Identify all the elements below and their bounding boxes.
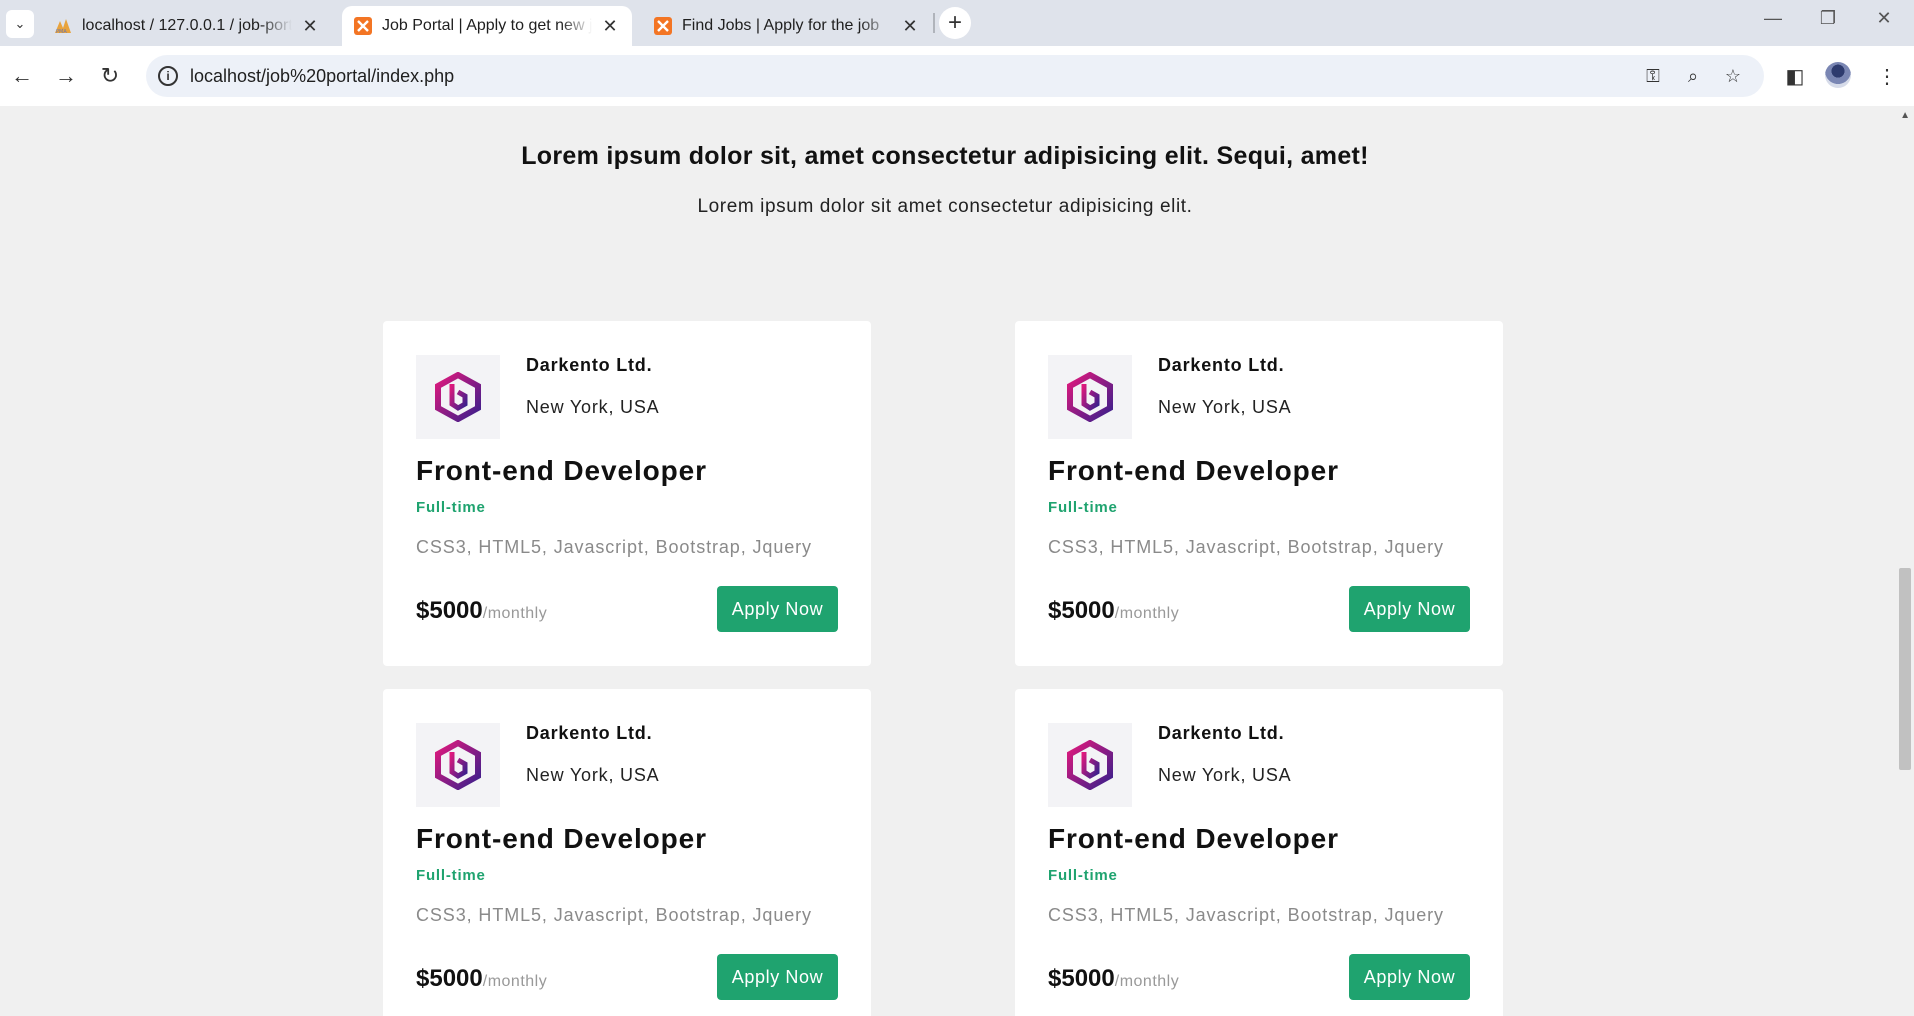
salary-amount: $5000 bbox=[416, 597, 483, 624]
job-salary: $5000/monthly bbox=[1048, 965, 1179, 993]
job-card: Darkento Ltd. New York, USA Front-end De… bbox=[383, 689, 871, 1016]
tab-find-jobs[interactable]: Find Jobs | Apply for the job ✕ bbox=[642, 6, 932, 46]
side-panel-icon[interactable]: ◧ bbox=[1780, 61, 1810, 91]
salary-period: /monthly bbox=[482, 973, 548, 990]
job-title[interactable]: Front-end Developer bbox=[1048, 455, 1339, 487]
scroll-up-arrow-icon[interactable]: ▲ bbox=[1900, 110, 1910, 121]
company-logo-icon bbox=[416, 355, 500, 439]
job-card: Darkento Ltd. New York, USA Front-end De… bbox=[1015, 321, 1503, 666]
phpmyadmin-icon: PMA bbox=[54, 17, 72, 35]
job-card: Darkento Ltd. New York, USA Front-end De… bbox=[1015, 689, 1503, 1016]
apply-now-button[interactable]: Apply Now bbox=[717, 586, 838, 632]
company-logo-icon bbox=[1048, 355, 1132, 439]
job-skills: CSS3, HTML5, Javascript, Bootstrap, Jque… bbox=[1048, 905, 1444, 925]
job-title[interactable]: Front-end Developer bbox=[416, 455, 707, 487]
company-name: Darkento Ltd. bbox=[526, 723, 653, 743]
job-salary: $5000/monthly bbox=[1048, 597, 1179, 625]
salary-period: /monthly bbox=[482, 605, 548, 622]
job-title[interactable]: Front-end Developer bbox=[416, 823, 707, 855]
menu-kebab-icon[interactable]: ⋮ bbox=[1872, 61, 1902, 91]
job-title[interactable]: Front-end Developer bbox=[1048, 823, 1339, 855]
section-heading: Lorem ipsum dolor sit, amet consectetur … bbox=[521, 142, 1369, 170]
job-skills: CSS3, HTML5, Javascript, Bootstrap, Jque… bbox=[1048, 537, 1444, 557]
company-location: New York, USA bbox=[1158, 765, 1292, 785]
scrollbar-thumb[interactable] bbox=[1899, 568, 1911, 770]
company-logo-icon bbox=[416, 723, 500, 807]
salary-period: /monthly bbox=[1114, 973, 1180, 990]
tab-job-portal[interactable]: Job Portal | Apply to get new job ✕ bbox=[342, 6, 632, 46]
restore-icon[interactable]: ❐ bbox=[1808, 8, 1848, 29]
tab-phpmyadmin[interactable]: PMA localhost / 127.0.0.1 / job-portal ✕ bbox=[42, 6, 332, 46]
close-icon[interactable]: ✕ bbox=[600, 16, 620, 37]
close-icon[interactable]: ✕ bbox=[300, 16, 320, 37]
company-location: New York, USA bbox=[526, 765, 660, 785]
job-salary: $5000/monthly bbox=[416, 965, 547, 993]
job-skills: CSS3, HTML5, Javascript, Bootstrap, Jque… bbox=[416, 905, 812, 925]
chevron-down-icon: ⌄ bbox=[14, 16, 26, 31]
new-tab-button[interactable]: + bbox=[939, 7, 971, 39]
xampp-icon bbox=[654, 17, 672, 35]
zoom-icon[interactable]: ⌕ bbox=[1682, 65, 1704, 87]
apply-now-button[interactable]: Apply Now bbox=[1349, 954, 1470, 1000]
tab-title: localhost / 127.0.0.1 / job-portal bbox=[82, 17, 292, 34]
company-location: New York, USA bbox=[1158, 397, 1292, 417]
company-location: New York, USA bbox=[526, 397, 660, 417]
job-card: Darkento Ltd. New York, USA Front-end De… bbox=[383, 321, 871, 666]
page-viewport: Lorem ipsum dolor sit, amet consectetur … bbox=[0, 106, 1914, 1016]
site-info-icon[interactable]: i bbox=[158, 66, 178, 86]
close-icon[interactable]: ✕ bbox=[900, 16, 920, 37]
salary-amount: $5000 bbox=[1048, 965, 1115, 992]
tab-strip: ⌄ PMA localhost / 127.0.0.1 / job-portal… bbox=[0, 0, 1914, 46]
job-skills: CSS3, HTML5, Javascript, Bootstrap, Jque… bbox=[416, 537, 812, 557]
tab-search-button[interactable]: ⌄ bbox=[6, 10, 34, 38]
reload-icon[interactable]: ↻ bbox=[94, 60, 126, 92]
window-close-icon[interactable]: ✕ bbox=[1864, 8, 1904, 29]
salary-period: /monthly bbox=[1114, 605, 1180, 622]
plus-icon: + bbox=[947, 9, 962, 36]
salary-amount: $5000 bbox=[1048, 597, 1115, 624]
back-icon[interactable]: ← bbox=[6, 60, 38, 92]
profile-avatar[interactable] bbox=[1825, 62, 1851, 88]
browser-toolbar: ← → ↻ i localhost/job%20portal/index.php… bbox=[0, 46, 1914, 106]
job-type: Full-time bbox=[1048, 499, 1118, 516]
tab-separator bbox=[933, 13, 935, 33]
bookmark-star-icon[interactable]: ☆ bbox=[1722, 65, 1744, 87]
tab-title: Job Portal | Apply to get new job bbox=[382, 17, 592, 34]
section-subheading: Lorem ipsum dolor sit amet consectetur a… bbox=[697, 196, 1193, 217]
xampp-icon bbox=[354, 17, 372, 35]
apply-now-button[interactable]: Apply Now bbox=[717, 954, 838, 1000]
job-salary: $5000/monthly bbox=[416, 597, 547, 625]
svg-text:PMA: PMA bbox=[56, 29, 67, 34]
job-type: Full-time bbox=[1048, 867, 1118, 884]
company-logo-icon bbox=[1048, 723, 1132, 807]
salary-amount: $5000 bbox=[416, 965, 483, 992]
address-bar[interactable]: i localhost/job%20portal/index.php ⚿ ⌕ ☆ bbox=[146, 55, 1764, 97]
tab-title: Find Jobs | Apply for the job bbox=[682, 17, 880, 34]
company-name: Darkento Ltd. bbox=[1158, 723, 1285, 743]
job-type: Full-time bbox=[416, 499, 486, 516]
url-text[interactable]: localhost/job%20portal/index.php bbox=[190, 66, 454, 87]
apply-now-button[interactable]: Apply Now bbox=[1349, 586, 1470, 632]
forward-icon[interactable]: → bbox=[50, 60, 82, 92]
password-key-icon[interactable]: ⚿ bbox=[1642, 65, 1664, 87]
company-name: Darkento Ltd. bbox=[1158, 355, 1285, 375]
minimize-icon[interactable]: — bbox=[1753, 8, 1793, 29]
job-type: Full-time bbox=[416, 867, 486, 884]
page-scrollbar[interactable] bbox=[1896, 106, 1914, 1016]
company-name: Darkento Ltd. bbox=[526, 355, 653, 375]
